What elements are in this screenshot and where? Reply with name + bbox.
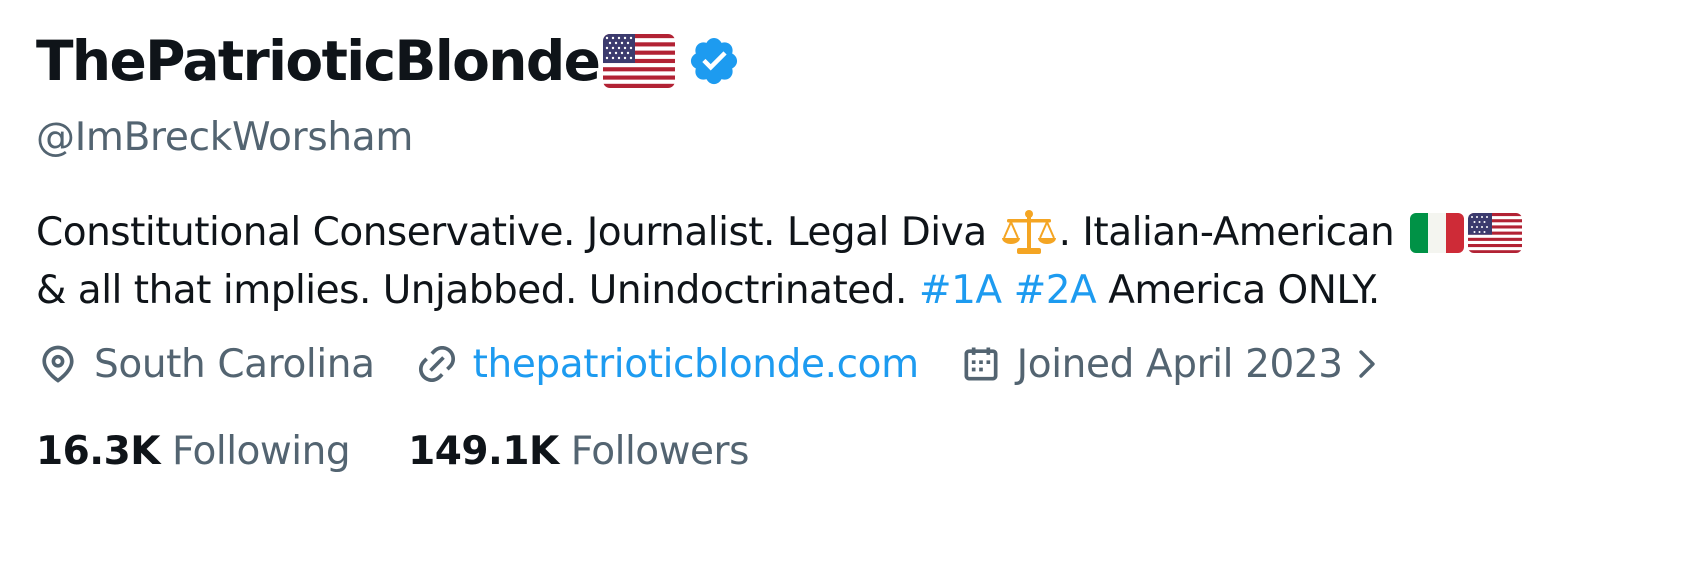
us-flag-icon [603,34,676,88]
link-icon [415,342,459,386]
follow-stats: 16.3K Following 149.1K Followers [36,424,807,478]
calendar-icon [959,342,1003,386]
followers-count: 149.1K [408,428,559,474]
following-stat[interactable]: 16.3K Following [36,428,351,474]
bio-line-1: Constitutional Conservative. Journalist.… [36,204,1656,262]
location-item: South Carolina [36,342,375,387]
location-pin-icon [36,342,80,386]
profile-bio: Constitutional Conservative. Journalist.… [36,204,1656,320]
followers-label: Followers [570,428,750,474]
bio-text-1b: . Italian-American [1058,210,1395,255]
chevron-right-icon[interactable] [1351,344,1383,384]
us-flag-icon [1468,213,1523,253]
user-handle: @ImBreckWorsham [36,115,414,160]
bio-text-1: Constitutional Conservative. Journalist.… [36,210,987,255]
balance-scale-icon [1001,208,1057,258]
following-count: 16.3K [36,428,160,474]
name-row: ThePatrioticBlonde [36,26,741,96]
followers-stat[interactable]: 149.1K Followers [408,429,749,474]
bio-text-2: & all that implies. Unjabbed. Unindoctri… [36,268,907,313]
joined-item[interactable]: Joined April 2023 [959,342,1383,387]
display-name: ThePatrioticBlonde [36,29,601,93]
hashtag-2a-link[interactable]: #2A [1014,262,1097,320]
hashtag-1a-link[interactable]: #1A [919,262,1002,320]
following-label: Following [171,428,351,474]
bio-line-2: & all that implies. Unjabbed. Unindoctri… [36,262,1656,320]
profile-header: ThePatrioticBlonde @ImBreckWorsham Const… [0,0,1686,576]
verified-badge-icon[interactable] [687,34,741,88]
website-link[interactable]: thepatrioticblonde.com [473,342,919,387]
joined-text: Joined April 2023 [1016,341,1343,387]
website-item[interactable]: thepatrioticblonde.com [415,342,919,387]
profile-meta-row: South Carolina thepatrioticblonde.com Jo… [36,336,1423,392]
bio-text-2-end: America ONLY. [1108,268,1380,313]
location-text: South Carolina [94,341,375,387]
italy-flag-icon [1410,213,1465,253]
